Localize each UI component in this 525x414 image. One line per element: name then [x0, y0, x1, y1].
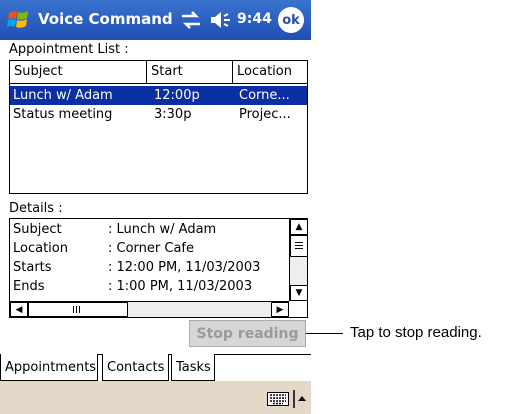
ok-button[interactable]: ok: [278, 7, 304, 33]
tab-tasks[interactable]: Tasks: [171, 354, 215, 381]
tab-bar: Appointments Contacts Tasks: [0, 354, 311, 382]
clock[interactable]: 9:44: [237, 11, 272, 27]
scroll-left-button[interactable]: ◀: [10, 302, 28, 317]
cell-subject: Status meeting: [13, 107, 113, 122]
scroll-thumb[interactable]: [28, 302, 128, 317]
tab-contacts[interactable]: Contacts: [102, 354, 169, 381]
horizontal-scrollbar[interactable]: ◀ ▶: [10, 301, 289, 317]
appointment-list[interactable]: Subject Start Location Lunch w/ Adam 12:…: [9, 60, 308, 194]
vertical-scrollbar[interactable]: ▲ ▼: [289, 219, 307, 301]
table-row[interactable]: Status meeting 3:30p Projec...: [10, 105, 307, 124]
connectivity-icon[interactable]: [180, 10, 202, 30]
stop-reading-button[interactable]: Stop reading: [189, 320, 306, 347]
window-title: Voice Command: [38, 10, 173, 28]
grip-line: [76, 306, 77, 313]
cell-location: Projec...: [239, 107, 291, 122]
keyboard-icon[interactable]: [267, 392, 289, 406]
callout-text: Tap to stop reading.: [350, 324, 482, 341]
detail-value: : 1:00 PM, 11/03/2003: [108, 279, 253, 294]
details-box[interactable]: Subject : Lunch w/ Adam Location : Corne…: [9, 218, 308, 318]
table-row[interactable]: Lunch w/ Adam 12:00p Corne...: [10, 86, 307, 105]
callout-line: [306, 333, 343, 334]
cell-location: Corne...: [239, 88, 290, 103]
column-header-location[interactable]: Location: [233, 61, 307, 83]
column-header-start[interactable]: Start: [147, 61, 233, 83]
grip-line: [295, 245, 303, 246]
detail-value: : Corner Cafe: [108, 241, 194, 256]
windows-start-icon[interactable]: [6, 7, 32, 33]
tab-appointments[interactable]: Appointments: [0, 354, 98, 381]
grip-line: [295, 248, 303, 249]
detail-value: : 12:00 PM, 11/03/2003: [108, 260, 261, 275]
detail-value: : Lunch w/ Adam: [108, 222, 217, 237]
grip-line: [79, 306, 80, 313]
detail-key: Ends: [13, 279, 45, 294]
scroll-thumb[interactable]: [290, 235, 307, 257]
scroll-up-button[interactable]: ▲: [290, 219, 307, 235]
pocketpc-screen: Voice Command 9:44 ok Appointment List :…: [0, 0, 311, 414]
appointment-list-label: Appointment List :: [9, 42, 129, 57]
scroll-down-button[interactable]: ▼: [290, 285, 307, 301]
scroll-right-button[interactable]: ▶: [271, 302, 289, 317]
grip-line: [73, 306, 74, 313]
sip-toggle-arrow-icon[interactable]: [293, 390, 307, 408]
menu-bar: [0, 381, 311, 414]
details-label: Details :: [9, 201, 63, 216]
cell-start: 12:00p: [154, 88, 200, 103]
volume-icon[interactable]: [209, 10, 233, 30]
detail-key: Location: [13, 241, 68, 256]
cell-start: 3:30p: [154, 107, 192, 122]
detail-key: Starts: [13, 260, 52, 275]
list-header: Subject Start Location: [10, 61, 307, 84]
scroll-corner: [289, 301, 307, 317]
cell-subject: Lunch w/ Adam: [13, 88, 113, 103]
grip-line: [295, 242, 303, 243]
column-header-subject[interactable]: Subject: [10, 61, 147, 83]
detail-key: Subject: [13, 222, 62, 237]
title-bar: Voice Command 9:44 ok: [0, 0, 311, 40]
